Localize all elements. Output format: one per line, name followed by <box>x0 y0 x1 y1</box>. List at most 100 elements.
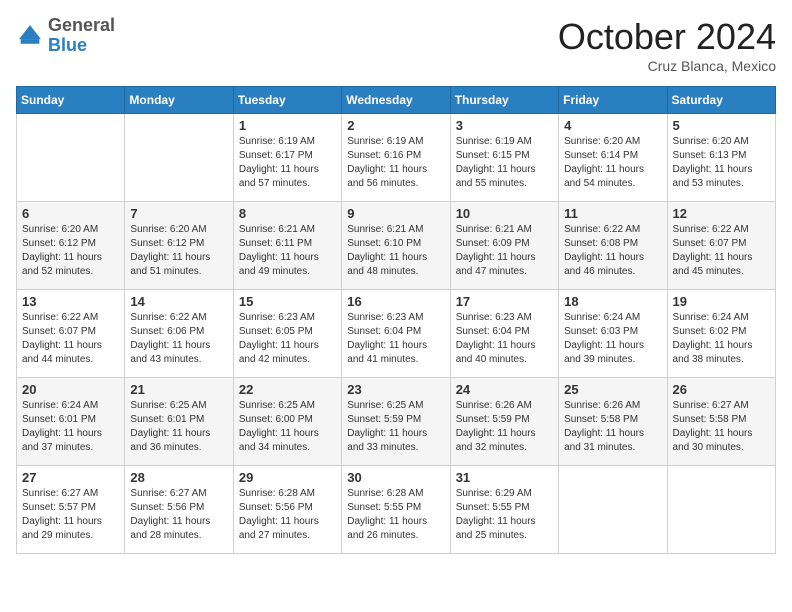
day-number: 31 <box>456 470 553 485</box>
sunset: Sunset: 6:07 PM <box>673 238 747 249</box>
day-info: Sunrise: 6:23 AMSunset: 6:04 PMDaylight:… <box>456 311 553 367</box>
calendar-cell <box>667 466 775 554</box>
daylight: Daylight: 11 hours and 47 minutes. <box>456 252 536 277</box>
daylight: Daylight: 11 hours and 39 minutes. <box>564 340 644 365</box>
calendar-cell: 24Sunrise: 6:26 AMSunset: 5:59 PMDayligh… <box>450 378 558 466</box>
location: Cruz Blanca, Mexico <box>558 58 776 74</box>
daylight: Daylight: 11 hours and 46 minutes. <box>564 252 644 277</box>
sunrise: Sunrise: 6:26 AM <box>564 400 640 411</box>
calendar-cell: 28Sunrise: 6:27 AMSunset: 5:56 PMDayligh… <box>125 466 233 554</box>
day-header-saturday: Saturday <box>667 87 775 114</box>
day-info: Sunrise: 6:23 AMSunset: 6:04 PMDaylight:… <box>347 311 444 367</box>
calendar-cell: 12Sunrise: 6:22 AMSunset: 6:07 PMDayligh… <box>667 202 775 290</box>
sunrise: Sunrise: 6:19 AM <box>347 136 423 147</box>
day-number: 10 <box>456 206 553 221</box>
logo-general: General <box>48 15 115 35</box>
day-number: 16 <box>347 294 444 309</box>
day-info: Sunrise: 6:28 AM Sunset: 5:55 PM Daylight:… <box>347 487 444 543</box>
sunset: Sunset: 6:16 PM <box>347 150 421 161</box>
sunrise: Sunrise: 6:22 AM <box>673 224 749 235</box>
day-info: Sunrise: 6:29 AMSunset: 5:55 PMDaylight:… <box>456 487 553 543</box>
calendar-cell: 23Sunrise: 6:25 AMSunset: 5:59 PMDayligh… <box>342 378 450 466</box>
daylight: Daylight: 11 hours and 57 minutes. <box>239 164 319 189</box>
day-info: Sunrise: 6:24 AMSunset: 6:02 PMDaylight:… <box>673 311 770 367</box>
calendar-cell: 16 Sunrise: 6:23 AMSunset: 6:04 PMDayligh… <box>342 290 450 378</box>
day-number: 24 <box>456 382 553 397</box>
calendar-week-4: 20 Sunrise: 6:24 AMSunset: 6:01 PMDayligh… <box>17 378 776 466</box>
sunset: Sunset: 6:12 PM <box>130 238 204 249</box>
day-number: 7 <box>130 206 227 221</box>
sunrise: Sunrise: 6:25 AM <box>347 400 423 411</box>
sunrise: Sunrise: 6:28 AM <box>347 488 423 499</box>
daylight: Daylight: 11 hours and 56 minutes. <box>347 164 427 189</box>
sunset: Sunset: 5:57 PM <box>22 502 96 513</box>
sunrise: Sunrise: 6:27 AM <box>130 488 206 499</box>
sunset: Sunset: 6:10 PM <box>347 238 421 249</box>
day-number: 15 <box>239 294 336 309</box>
day-number: 4 <box>564 118 661 133</box>
calendar-cell: 26Sunrise: 6:27 AMSunset: 5:58 PMDayligh… <box>667 378 775 466</box>
calendar-cell: 2 Sunrise: 6:19 AM Sunset: 6:16 PM Daylight… <box>342 114 450 202</box>
day-number: 6 <box>22 206 119 221</box>
sunset: Sunset: 5:55 PM <box>347 502 421 513</box>
day-info: Sunrise: 6:21 AMSunset: 6:11 PMDaylight:… <box>239 223 336 279</box>
day-info: Sunrise: 6:28 AMSunset: 5:56 PMDaylight:… <box>239 487 336 543</box>
sunset: Sunset: 5:58 PM <box>564 414 638 425</box>
day-number: 27 <box>22 470 119 485</box>
logo: General Blue <box>16 16 115 56</box>
calendar-cell: 30Sunrise: 6:28 AMSunset: 5:55 PMDayligh… <box>342 466 450 554</box>
day-number: 13 <box>22 294 119 309</box>
day-info: Sunrise: 6:19 AM Sunset: 6:16 PM Daylight:… <box>347 135 444 191</box>
day-number: 22 <box>239 382 336 397</box>
calendar-cell <box>559 466 667 554</box>
daylight: Daylight: 11 hours and 53 minutes. <box>673 164 753 189</box>
day-info: Sunrise: 6:19 AMSunset: 6:15 PMDaylight:… <box>456 135 553 191</box>
day-info: Sunrise: 6:21 AMSunset: 6:09 PMDaylight:… <box>456 223 553 279</box>
sunset: Sunset: 6:15 PM <box>456 150 530 161</box>
day-info: Sunrise: 6:20 AMSunset: 6:12 PMDaylight:… <box>130 223 227 279</box>
sunrise: Sunrise: 6:27 AM <box>673 400 749 411</box>
sunrise: Sunrise: 6:21 AM <box>456 224 532 235</box>
logo-icon <box>16 22 44 50</box>
sunrise: Sunrise: 6:20 AM <box>564 136 640 147</box>
sunset: Sunset: 5:56 PM <box>239 502 313 513</box>
daylight: Daylight: 11 hours and 52 minutes. <box>22 252 102 277</box>
calendar-week-2: 6 Sunrise: 6:20 AMSunset: 6:12 PMDaylight… <box>17 202 776 290</box>
day-info: Sunrise: 6:20 AM Sunset: 6:13 PM Daylight:… <box>673 135 770 191</box>
calendar-cell: 4Sunrise: 6:20 AMSunset: 6:14 PMDaylight… <box>559 114 667 202</box>
calendar-cell: 11Sunrise: 6:22 AMSunset: 6:08 PMDayligh… <box>559 202 667 290</box>
calendar-cell: 29Sunrise: 6:28 AMSunset: 5:56 PMDayligh… <box>233 466 341 554</box>
daylight: Daylight: 11 hours and 44 minutes. <box>22 340 102 365</box>
daylight: Daylight: 11 hours and 41 minutes. <box>347 340 427 365</box>
day-header-wednesday: Wednesday <box>342 87 450 114</box>
day-info: Sunrise: 6:22 AMSunset: 6:06 PMDaylight:… <box>130 311 227 367</box>
sunset: Sunset: 6:13 PM <box>673 150 747 161</box>
sunset: Sunset: 5:55 PM <box>456 502 530 513</box>
day-number: 2 <box>347 118 444 133</box>
sunset: Sunset: 5:58 PM <box>673 414 747 425</box>
day-info: Sunrise: 6:24 AMSunset: 6:01 PMDaylight:… <box>22 399 119 455</box>
day-number: 20 <box>22 382 119 397</box>
day-header-sunday: Sunday <box>17 87 125 114</box>
calendar-cell: 14Sunrise: 6:22 AMSunset: 6:06 PMDayligh… <box>125 290 233 378</box>
sunset: Sunset: 6:04 PM <box>456 326 530 337</box>
day-number: 23 <box>347 382 444 397</box>
daylight: Daylight: 11 hours and 26 minutes. <box>347 516 427 541</box>
daylight: Daylight: 11 hours and 40 minutes. <box>456 340 536 365</box>
sunset: Sunset: 6:11 PM <box>239 238 312 249</box>
calendar-cell: 19Sunrise: 6:24 AMSunset: 6:02 PMDayligh… <box>667 290 775 378</box>
calendar-week-3: 13Sunrise: 6:22 AMSunset: 6:07 PMDayligh… <box>17 290 776 378</box>
calendar-cell: 27Sunrise: 6:27 AMSunset: 5:57 PMDayligh… <box>17 466 125 554</box>
day-number: 25 <box>564 382 661 397</box>
day-info: Sunrise: 6:19 AMSunset: 6:17 PMDaylight:… <box>239 135 336 191</box>
sunrise: Sunrise: 6:29 AM <box>456 488 532 499</box>
calendar-cell: 6 Sunrise: 6:20 AMSunset: 6:12 PMDaylight… <box>17 202 125 290</box>
sunrise: Sunrise: 6:20 AM <box>673 136 749 147</box>
sunset: Sunset: 5:56 PM <box>130 502 204 513</box>
day-info: Sunrise: 6:27 AMSunset: 5:56 PMDaylight:… <box>130 487 227 543</box>
calendar-cell: 8Sunrise: 6:21 AMSunset: 6:11 PMDaylight… <box>233 202 341 290</box>
day-info: Sunrise: 6:23 AMSunset: 6:05 PMDaylight:… <box>239 311 336 367</box>
day-info: Sunrise: 6:20 AMSunset: 6:12 PMDaylight:… <box>22 223 119 279</box>
sunset: Sunset: 6:02 PM <box>673 326 747 337</box>
day-info: Sunrise: 6:26 AMSunset: 5:58 PMDaylight:… <box>564 399 661 455</box>
